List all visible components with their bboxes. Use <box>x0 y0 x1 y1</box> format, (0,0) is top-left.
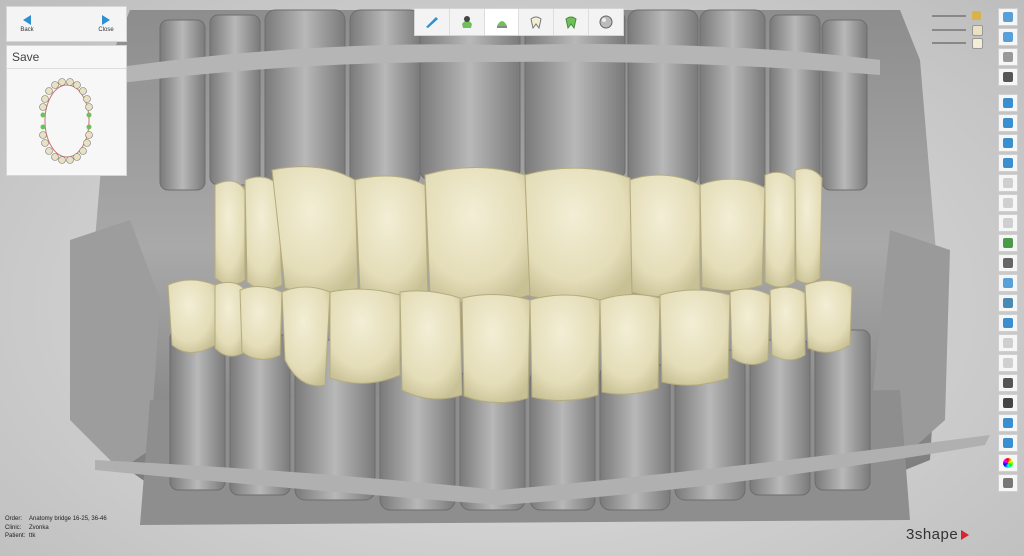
clinic-label: Clinic: <box>5 524 22 531</box>
zoom-button[interactable] <box>998 214 1018 232</box>
snapshot-icon <box>1003 358 1013 368</box>
jaw-mid-icon[interactable] <box>972 25 983 36</box>
order-label: Order: <box>5 516 23 522</box>
magnet-button[interactable] <box>998 474 1018 492</box>
sphere-icon <box>599 15 613 29</box>
view-center-icon <box>1003 12 1013 22</box>
mid-transparency-slider[interactable] <box>932 24 983 36</box>
fit-screen-icon <box>1003 32 1013 42</box>
tooth-chart[interactable] <box>7 69 126 175</box>
view-bottom-button[interactable] <box>998 194 1018 212</box>
graduation-cap-icon <box>1003 72 1013 82</box>
measure-icon <box>1003 238 1013 248</box>
jaw-lower-icon[interactable] <box>972 38 983 49</box>
crown-icon <box>496 21 507 28</box>
save-panel: Save <box>6 45 127 176</box>
screenshot-button[interactable] <box>998 334 1018 352</box>
tooth-outline-icon <box>530 16 542 30</box>
tooth-sculpt-icon <box>565 16 577 30</box>
tooth-chart-upper <box>39 78 93 164</box>
sphere-tool-button[interactable] <box>589 9 623 35</box>
close-button[interactable]: Close <box>86 7 126 41</box>
patient-value: ttk <box>29 533 36 539</box>
dental-model-scene[interactable] <box>0 0 1024 556</box>
arrow-left-icon <box>23 15 31 25</box>
view-top-button[interactable] <box>998 174 1018 192</box>
save-header[interactable]: Save <box>7 46 126 69</box>
view-back-button[interactable] <box>998 114 1018 132</box>
brush-icon <box>425 17 438 28</box>
heart-icon <box>1003 378 1013 388</box>
color-wheel-button[interactable] <box>998 454 1018 472</box>
color-wheel-icon <box>1003 458 1013 468</box>
model-icon <box>1003 278 1013 288</box>
report-button[interactable] <box>998 434 1018 452</box>
case-info: Order: Anatomy bridge 16-25, 36-46 Clinic… <box>5 515 107 541</box>
back-button[interactable]: Back <box>7 7 47 41</box>
brand-logo: 3shape <box>906 526 970 543</box>
view-front-icon <box>1003 98 1013 108</box>
arrow-right-icon <box>102 15 110 25</box>
report-icon <box>1003 438 1013 448</box>
view-toolbar <box>998 8 1020 494</box>
view-left-button[interactable] <box>998 134 1018 152</box>
model-button[interactable] <box>998 274 1018 292</box>
clip-icon <box>1003 298 1013 308</box>
view-left-icon <box>1003 138 1013 148</box>
jaw-upper-icon[interactable] <box>972 11 981 20</box>
magnet-icon <box>1003 478 1013 488</box>
warning-button[interactable] <box>998 314 1018 332</box>
view-top-icon <box>1003 178 1013 188</box>
upper-jaw-transparency-slider[interactable] <box>932 10 981 22</box>
back-label: Back <box>20 27 34 33</box>
zoom-icon <box>1003 218 1013 228</box>
view-right-icon <box>1003 158 1013 168</box>
rotate-view-button[interactable] <box>998 48 1018 66</box>
brand-triangle-icon <box>961 530 970 541</box>
view-front-button[interactable] <box>998 94 1018 112</box>
edit-button[interactable] <box>998 414 1018 432</box>
screenshot-icon <box>1003 338 1013 348</box>
graduation-cap-button[interactable] <box>998 68 1018 86</box>
clip-button[interactable] <box>998 294 1018 312</box>
view-right-button[interactable] <box>998 154 1018 172</box>
workflow-toolbar <box>414 8 624 36</box>
heart-button[interactable] <box>998 374 1018 392</box>
order-value: Anatomy bridge 16-25, 36-46 <box>29 516 107 522</box>
warning-icon <box>1003 318 1013 328</box>
clinic-value: Zvonka <box>29 524 49 531</box>
section-icon <box>1003 258 1013 268</box>
snapshot-button[interactable] <box>998 354 1018 372</box>
close-label: Close <box>98 27 114 33</box>
fit-screen-button[interactable] <box>998 28 1018 46</box>
lower-jaw-transparency-slider[interactable] <box>932 37 983 49</box>
rotate-view-icon <box>1003 52 1013 62</box>
tooth-marker-button[interactable] <box>450 9 485 35</box>
brand-name: 3shape <box>906 526 959 543</box>
cross-section-button[interactable] <box>998 394 1018 412</box>
view-center-button[interactable] <box>998 8 1018 26</box>
patient-label: Patient: <box>5 533 26 539</box>
measure-button[interactable] <box>998 234 1018 252</box>
wizard-nav: Back Close <box>6 6 127 42</box>
tooth-outline-button[interactable] <box>519 9 555 35</box>
edit-icon <box>1003 418 1013 428</box>
tooth-sculpt-button[interactable] <box>554 9 590 35</box>
3d-viewport[interactable] <box>0 0 1024 556</box>
upper-crowns[interactable] <box>214 166 823 304</box>
crown-tool-button[interactable] <box>484 9 520 35</box>
view-back-icon <box>1003 118 1013 128</box>
section-button[interactable] <box>998 254 1018 272</box>
view-bottom-icon <box>1003 198 1013 208</box>
cross-section-icon <box>1003 398 1013 408</box>
tooth-marker-icon <box>461 16 472 28</box>
brush-tool-button[interactable] <box>415 9 450 35</box>
